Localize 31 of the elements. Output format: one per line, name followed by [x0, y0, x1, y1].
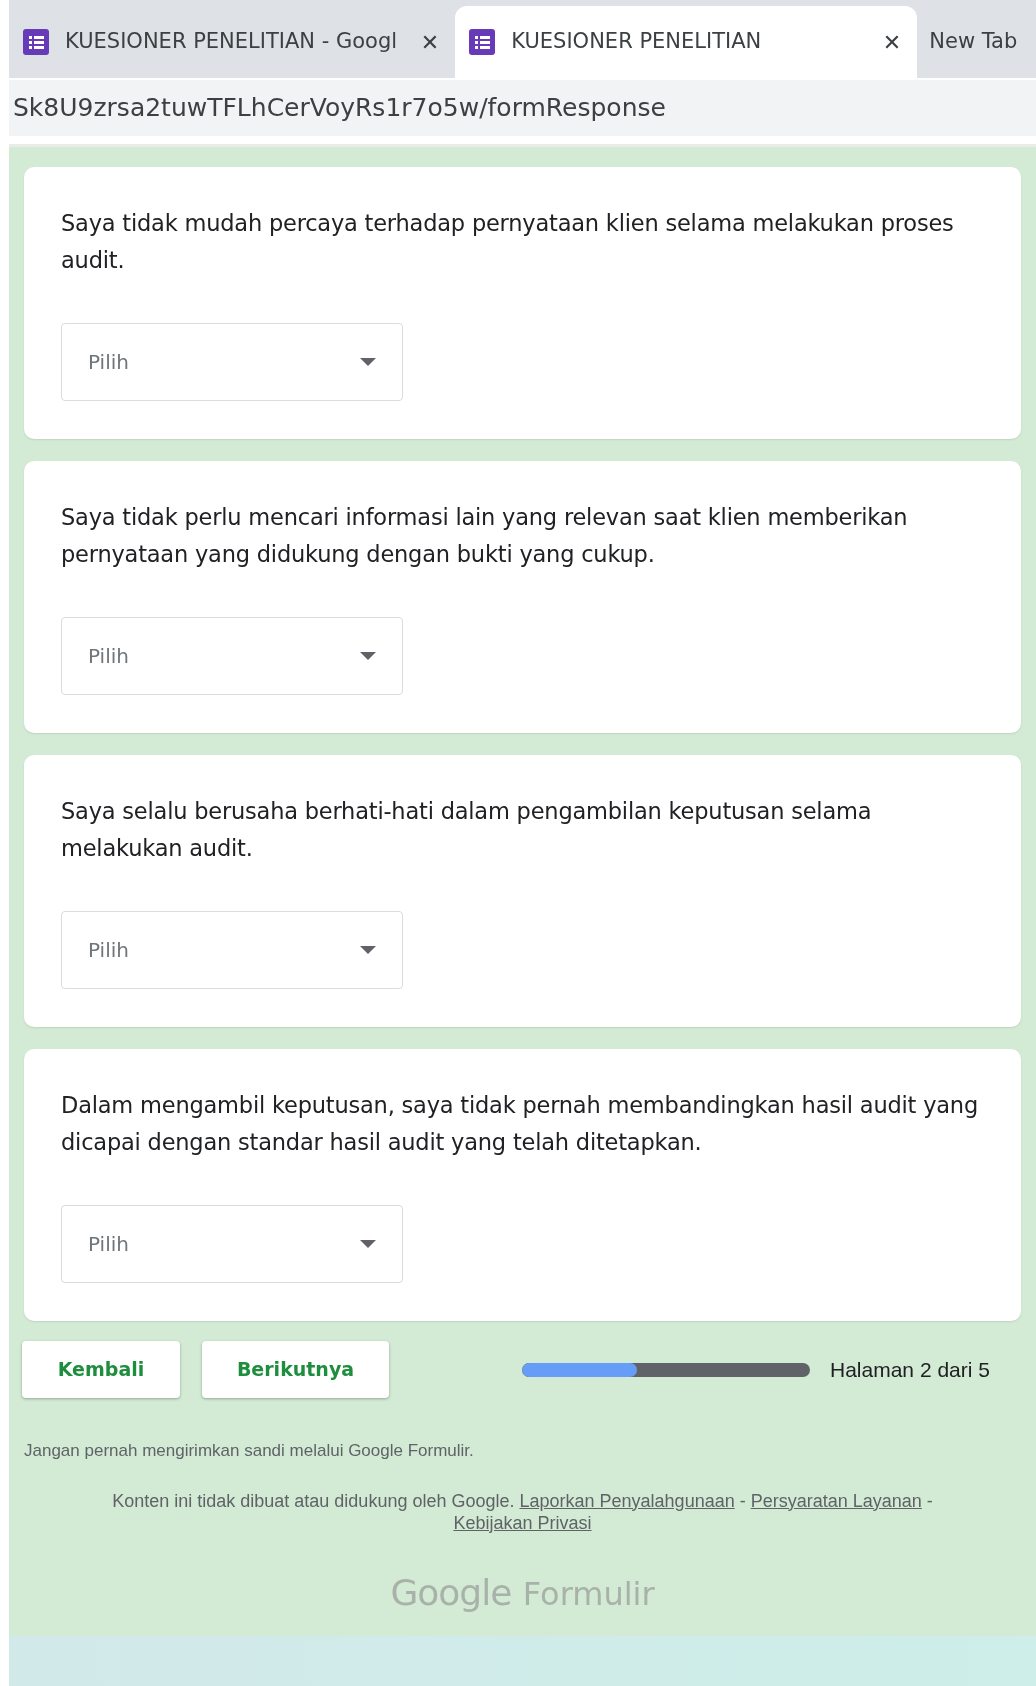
question-text: Dalam mengambil keputusan, saya tidak pernah membandingkan hasil audit yang dicapai dengan standar hasil audit yang telah ditetapkan.: [61, 1091, 979, 1157]
privacy-link[interactable]: Kebijakan Privasi: [453, 1512, 592, 1533]
caret-icon: [360, 1240, 376, 1248]
separator: -: [738, 1490, 747, 1511]
question-text: Saya selalu berusaha berhati-hati dalam pengambilan keputusan selama melakukan audit.: [61, 797, 873, 863]
close-button[interactable]: ✕: [878, 25, 906, 59]
address-bar[interactable]: Sk8U9zrsa2tuwTFLhCerVoyRs1r7o5w/formResponse: [9, 80, 1036, 136]
next-button[interactable]: Berikutnya: [202, 1341, 389, 1398]
logo-text: Google Formulir: [389, 1570, 656, 1615]
question-text: Saya tidak mudah percaya terhadap pernyataan klien selama melakukan proses audit.: [61, 209, 955, 275]
browser-tab[interactable]: New Tab: [917, 6, 1036, 78]
disclaimer-text: Konten ini tidak dibuat atau didukung oleh Google.: [112, 1490, 516, 1511]
terms-link[interactable]: Persyaratan Layanan: [750, 1490, 922, 1511]
dropdown[interactable]: Pilih: [61, 911, 403, 989]
caret-icon: [360, 652, 376, 660]
warning-text: Jangan pernah mengirimkan sandi melalui Google Formulir.: [24, 1440, 475, 1462]
dropdown[interactable]: Pilih: [61, 1205, 403, 1283]
report-link[interactable]: Laporkan Penyalahgunaan: [519, 1490, 735, 1511]
question-text: Saya tidak perlu mencari informasi lain yang relevan saat klien memberikan pernyataan yang didukung dengan bukti yang cukup.: [61, 503, 909, 569]
form-icon: [21, 27, 51, 57]
caret-icon: [360, 946, 376, 954]
browser-tab[interactable]: KUESIONER PENELITIAN ✕: [455, 6, 918, 78]
dropdown[interactable]: Pilih: [61, 323, 403, 401]
form-icon: [467, 27, 498, 57]
separator: -: [925, 1490, 933, 1511]
close-button[interactable]: ✕: [416, 25, 444, 59]
browser-tab[interactable]: KUESIONER PENELITIAN - Googl ✕: [9, 6, 456, 78]
dropdown[interactable]: Pilih: [61, 617, 403, 695]
caret-icon: [360, 358, 376, 366]
back-button[interactable]: Kembali: [22, 1341, 180, 1398]
page-indicator: Halaman 2 dari 5: [830, 1356, 990, 1383]
